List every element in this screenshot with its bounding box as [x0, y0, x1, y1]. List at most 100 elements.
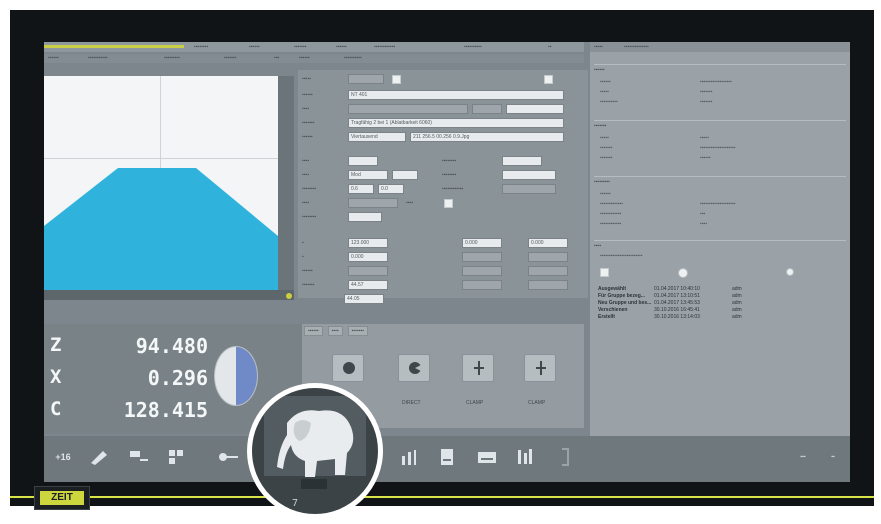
tool-button[interactable]: [524, 354, 556, 382]
tool-tab[interactable]: ▪▪▪▪▪▪▪: [347, 326, 369, 336]
tool-button[interactable]: [398, 354, 430, 382]
softkey-button[interactable]: [510, 442, 540, 472]
form-label: ▪▪▪▪: [406, 200, 414, 206]
coord-field[interactable]: 44.57: [348, 280, 388, 290]
form-label: ▪▪▪▪▪▪: [302, 92, 313, 98]
form-label: ▪▪▪▪: [302, 200, 310, 206]
checkbox[interactable]: [392, 75, 401, 84]
part-preview[interactable]: [44, 76, 278, 290]
checkbox[interactable]: [444, 199, 453, 208]
material-select[interactable]: Viertausend: [348, 132, 406, 142]
softkey-button[interactable]: [214, 442, 244, 472]
radio-button[interactable]: [786, 268, 794, 276]
spindle-icon: [518, 449, 532, 464]
menu-active-indicator: [44, 45, 184, 48]
text-field[interactable]: [348, 198, 398, 208]
form-row: ▪▪▪▪▪▪▪▪: [302, 212, 584, 224]
info-tab[interactable]: ▪▪▪▪▪▪▪▪▪▪▪▪▪▪: [624, 44, 649, 50]
menu-item[interactable]: ▪▪▪▪▪▪▪▪▪▪: [464, 44, 482, 50]
form-row: ▪▪▪▪▪▪ NT 401: [302, 90, 584, 102]
table-row[interactable]: Ausgewählt 01.04.2017 10:40:10 adm: [598, 286, 842, 293]
coord-row: ▪ 123.000 0.000 0.000: [302, 238, 584, 250]
status-indicator: ▪▪▪: [800, 454, 806, 460]
tool-tab[interactable]: ▪▪▪▪▪▪: [304, 326, 323, 336]
coord-field[interactable]: 0.000: [462, 238, 502, 248]
softkey-button[interactable]: [394, 442, 424, 472]
file-select[interactable]: 211 256.5 00.256 0.9.Jpg: [410, 132, 564, 142]
coord-field[interactable]: [528, 280, 568, 290]
table-row[interactable]: Neu Gruppe und bes... 01.04.2017 13:45:53…: [598, 300, 842, 307]
table-row[interactable]: Verschienen 30.10.2016 16:45:41 adm: [598, 307, 842, 314]
small-select[interactable]: [348, 156, 378, 166]
tool-tab[interactable]: ▪▪▪▪: [327, 326, 343, 336]
text-field[interactable]: [502, 184, 556, 194]
softkey-button[interactable]: [472, 442, 502, 472]
info-panel: ▪▪▪▪▪ ▪▪▪▪▪▪▪▪▪▪▪▪▪▪ ▪▪▪▪▪▪ ▪▪▪▪▪▪ ▪▪▪▪▪▪…: [590, 42, 850, 442]
menu-item[interactable]: ▪▪: [548, 44, 552, 50]
text-field[interactable]: [506, 104, 564, 114]
coord-field[interactable]: 123.000: [348, 238, 388, 248]
value-select[interactable]: 0.6: [348, 184, 374, 194]
coord-field[interactable]: [462, 252, 502, 262]
small-select[interactable]: [392, 170, 418, 180]
key-icon: [219, 453, 238, 461]
coord-row: ▪▪▪▪▪▪▪ 44.57: [302, 280, 584, 292]
coord-field[interactable]: [462, 280, 502, 290]
footer-accent-line: [90, 496, 874, 498]
small-select[interactable]: [502, 170, 556, 180]
table-row[interactable]: Erstellt 30.10.2016 13:14:03 adm: [598, 314, 842, 321]
softkey-button[interactable]: [124, 442, 154, 472]
softkey-button[interactable]: [84, 442, 114, 472]
softkey-button[interactable]: [162, 442, 192, 472]
elephant-badge: 7: [247, 383, 383, 519]
menu-item[interactable]: ▪▪▪▪▪▪▪▪▪▪▪▪: [374, 44, 395, 50]
value-select[interactable]: 0.0: [378, 184, 404, 194]
info-line: ▪▪▪▪▪▪▪ ▪▪▪▪▪▪▪▪▪▪▪▪▪▪▪▪▪▪▪▪: [600, 145, 736, 151]
menu-item[interactable]: ▪▪▪▪▪▪▪: [294, 44, 306, 50]
menu-item[interactable]: ▪▪▪▪▪▪: [249, 44, 260, 50]
description-select[interactable]: Tragfähig 2 bei 1 (Ablatbarkeit 6060): [348, 118, 564, 128]
table-row[interactable]: Für Gruppe bezeg... 01.04.2017 13:10:51 ad…: [598, 293, 842, 300]
small-select[interactable]: [348, 212, 382, 222]
radio-button[interactable]: [678, 268, 688, 278]
keyboard-icon: [478, 452, 496, 463]
form-label: ▪▪▪▪▪: [302, 76, 311, 82]
menu-item[interactable]: ▪▪▪▪▪▪▪▪: [194, 44, 208, 50]
resize-handle[interactable]: [286, 293, 292, 299]
preview-scrollbar[interactable]: [278, 76, 294, 290]
submenu-item[interactable]: ▪▪▪▪▪▪▪▪▪▪: [344, 55, 362, 61]
coord-field[interactable]: 44.05: [344, 294, 384, 304]
softkey-button[interactable]: [432, 442, 462, 472]
submenu-item[interactable]: ▪▪▪▪▪▪▪▪▪: [164, 55, 180, 61]
form-row: ▪▪▪▪▪▪ Viertausend 211 256.5 00.256 0.9.…: [302, 132, 584, 144]
machine-select[interactable]: NT 401: [348, 90, 564, 100]
submenu-item[interactable]: ▪▪▪▪▪▪▪▪▪▪▪: [88, 55, 108, 61]
submenu-item[interactable]: ▪▪▪▪▪▪: [299, 55, 310, 61]
submenu-item[interactable]: ▪▪▪: [274, 55, 279, 61]
info-line: ▪▪▪▪▪▪▪▪▪▪▪▪ ▪▪▪: [600, 211, 706, 217]
softkey-button[interactable]: [550, 442, 580, 472]
mode-select[interactable]: Mod: [348, 170, 388, 180]
softkey-button[interactable]: +16: [48, 442, 78, 472]
program-select[interactable]: [348, 74, 384, 84]
submenu-item[interactable]: ▪▪▪▪▪▪▪: [224, 55, 236, 61]
checkbox[interactable]: [544, 75, 553, 84]
coord-field[interactable]: [528, 252, 568, 262]
coord-field[interactable]: [528, 266, 568, 276]
small-select[interactable]: [502, 156, 542, 166]
submenu-item[interactable]: ▪▪▪▪▪▪: [48, 55, 59, 61]
coord-field[interactable]: 0.000: [528, 238, 568, 248]
tool-button[interactable]: [462, 354, 494, 382]
text-field[interactable]: [348, 104, 468, 114]
info-tab[interactable]: ▪▪▪▪▪: [594, 44, 603, 50]
coord-field[interactable]: [348, 266, 388, 276]
part-profile: [44, 168, 278, 290]
info-line: ▪▪▪▪▪▪▪▪▪▪▪▪▪▪▪▪▪▪▪▪▪▪▪▪: [600, 79, 732, 85]
checkbox[interactable]: [600, 268, 609, 277]
menu-item[interactable]: ▪▪▪▪▪▪: [336, 44, 347, 50]
coord-field[interactable]: 0.000: [348, 252, 388, 262]
text-field[interactable]: [472, 104, 502, 114]
coord-field[interactable]: [462, 266, 502, 276]
tool-button[interactable]: [332, 354, 364, 382]
info-section: ▪▪▪▪▪▪ ▪▪▪▪▪▪ ▪▪▪▪▪▪▪▪▪▪▪▪▪▪▪▪▪▪ ▪▪▪▪▪ ▪▪▪…: [594, 64, 846, 114]
